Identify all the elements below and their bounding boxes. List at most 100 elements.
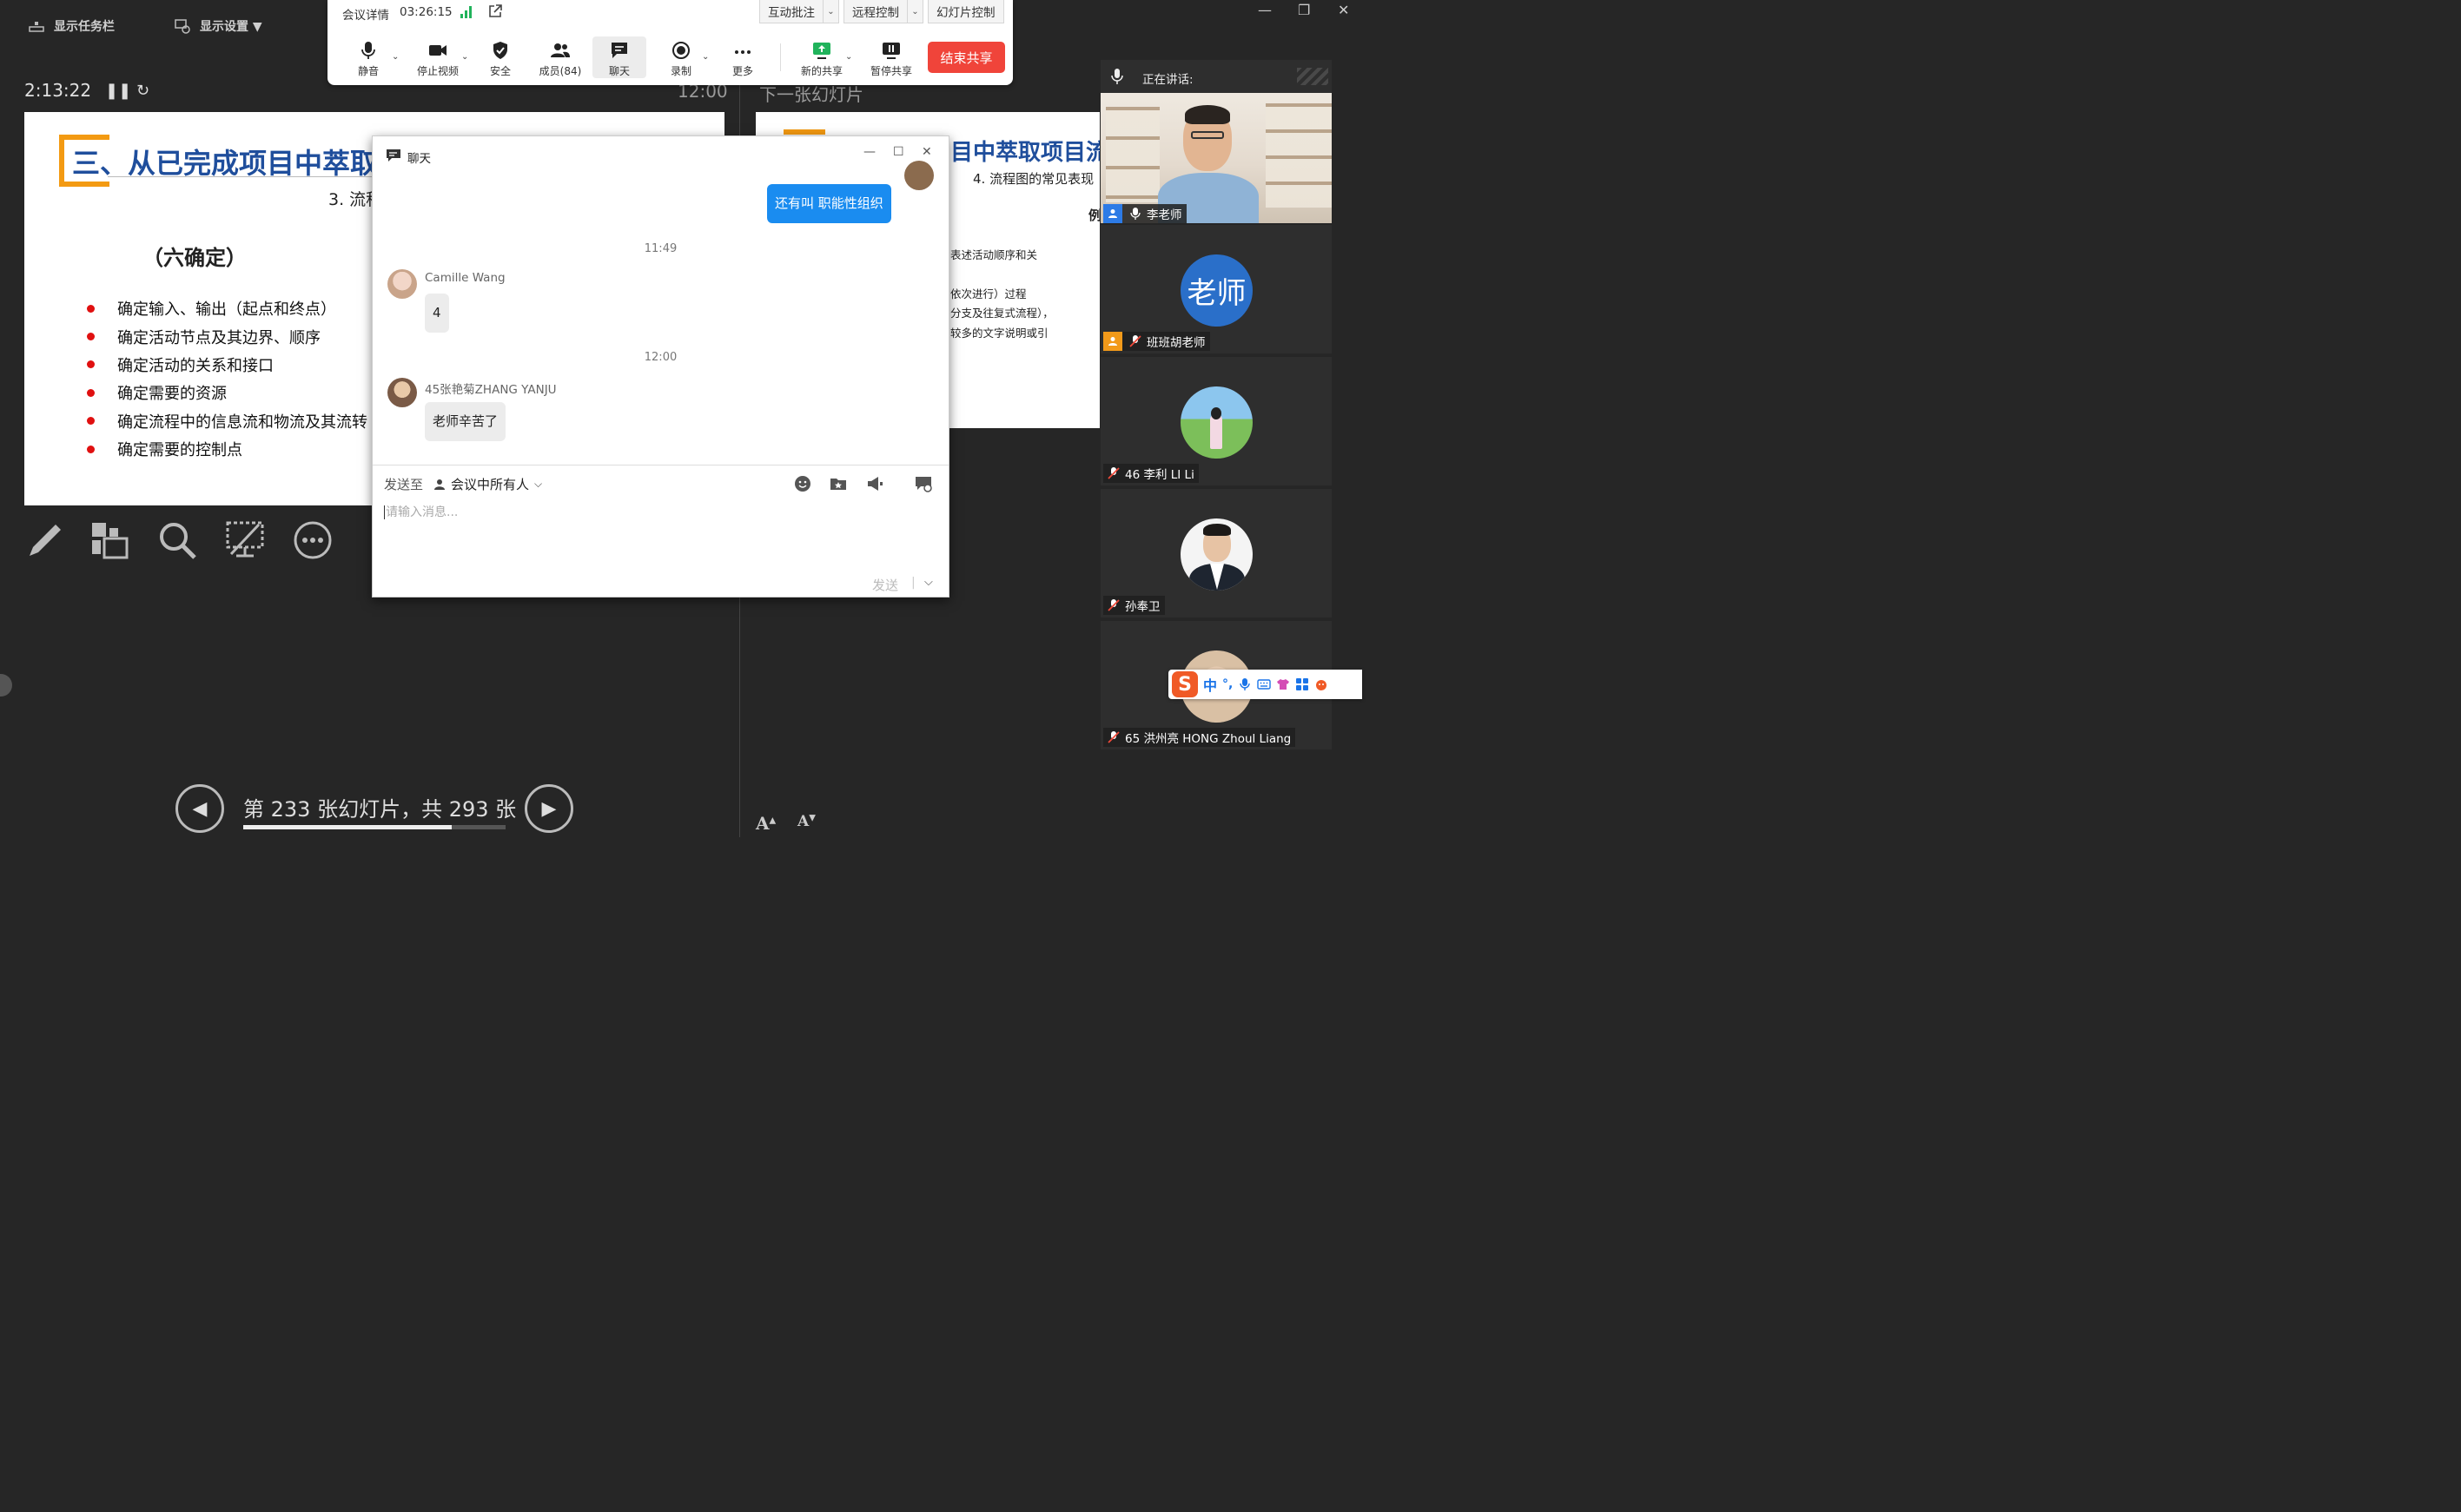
chat-message-input[interactable] — [384, 505, 940, 519]
open-external-icon[interactable] — [487, 3, 503, 19]
chat-close-icon[interactable]: ✕ — [922, 145, 932, 159]
ime-mode-toggle[interactable]: 中 — [1203, 674, 1217, 695]
chevron-down-icon[interactable]: ⌄ — [907, 0, 923, 23]
slide-control-button[interactable]: 幻灯片控制 — [928, 0, 1004, 23]
pause-share-icon — [883, 43, 900, 59]
pause-icon[interactable]: ❚❚ — [105, 82, 131, 100]
annotate-dropdown[interactable]: 互动批注 ⌄ — [759, 0, 839, 23]
incoming-message: 4 — [425, 294, 449, 333]
speaking-header: 正在讲话: — [1101, 60, 1332, 93]
video-camera-icon — [429, 45, 447, 56]
new-share-button[interactable]: 新的共享 — [795, 36, 849, 78]
next-slide-button[interactable]: ▶ — [525, 784, 573, 833]
avatar[interactable] — [387, 378, 417, 407]
avatar[interactable] — [387, 269, 417, 299]
toolbox-grid-icon[interactable] — [1295, 677, 1309, 691]
more-button[interactable]: 更多 — [716, 36, 770, 78]
title-bracket-decoration — [784, 129, 825, 135]
microphone-muted-icon — [1108, 731, 1120, 743]
chat-window-title: 聊天 — [407, 152, 431, 166]
display-settings-icon — [175, 19, 190, 34]
mascot-icon[interactable] — [1314, 677, 1328, 691]
chat-button[interactable]: 聊天 — [592, 36, 646, 78]
chevron-down-icon[interactable]: ⌄ — [823, 0, 838, 23]
keyboard-icon[interactable] — [1257, 677, 1272, 691]
minimize-icon[interactable]: — — [1258, 2, 1272, 18]
microphone-icon — [361, 42, 375, 59]
message-sender: 45张艳菊ZHANG YANJU — [425, 383, 557, 397]
emoji-icon[interactable] — [793, 474, 812, 493]
record-button[interactable]: 录制 — [654, 36, 708, 78]
decrease-font-icon[interactable]: A▼ — [797, 813, 816, 830]
slide-heading: （六确定） — [142, 246, 247, 270]
slide-bullet: 确定活动节点及其边界、顺序 — [87, 322, 367, 350]
participant-name-tag: 班班胡老师 — [1103, 332, 1210, 351]
remote-control-dropdown[interactable]: 远程控制 ⌄ — [843, 0, 923, 23]
skin-shirt-icon[interactable] — [1276, 677, 1290, 691]
video-options-chevron-icon[interactable]: ⌄ — [461, 52, 468, 62]
bullet-dot-icon — [87, 304, 95, 313]
chat-bubble-icon — [387, 149, 400, 162]
zoom-icon[interactable] — [156, 519, 198, 561]
host-person-icon — [1103, 332, 1122, 351]
bullet-dot-icon — [87, 417, 95, 426]
restore-icon[interactable]: ❐ — [1298, 2, 1310, 18]
black-screen-icon[interactable] — [224, 519, 266, 561]
avatar: 老师 — [1181, 254, 1253, 327]
shield-icon — [493, 42, 507, 59]
send-button[interactable]: 发送 — [872, 576, 898, 594]
pause-share-button[interactable]: 暂停共享 — [864, 36, 918, 78]
meeting-duration: 03:26:15 — [400, 5, 453, 19]
reset-timer-icon[interactable]: ↻ — [136, 82, 149, 100]
microphone-icon — [1130, 208, 1141, 220]
mute-button[interactable]: 静音 — [341, 36, 395, 78]
end-share-button[interactable]: 结束共享 — [928, 42, 1005, 73]
chat-bubble-icon — [612, 43, 627, 58]
show-taskbar-button[interactable]: 显示任务栏 — [28, 17, 115, 35]
voice-input-icon[interactable] — [1238, 677, 1252, 691]
bullet-dot-icon — [87, 360, 95, 369]
more-options-icon[interactable] — [292, 519, 334, 561]
chat-settings-icon[interactable] — [914, 474, 933, 493]
side-handle[interactable] — [0, 674, 12, 697]
avatar — [904, 161, 934, 190]
record-options-chevron-icon[interactable]: ⌄ — [702, 52, 709, 62]
announcement-icon[interactable] — [865, 474, 884, 493]
participant-tile[interactable]: 46 李利 LI Li — [1101, 357, 1332, 485]
participant-tile[interactable]: 孙奉卫 — [1101, 489, 1332, 617]
file-folder-icon[interactable] — [829, 474, 848, 493]
participant-tile-video[interactable]: 李老师 — [1101, 93, 1332, 223]
participant-tile[interactable]: 老师 班班胡老师 — [1101, 225, 1332, 353]
increase-font-icon[interactable]: A▲ — [756, 813, 776, 834]
members-icon — [551, 43, 570, 57]
security-button[interactable]: 安全 — [473, 36, 527, 78]
sogou-logo-icon[interactable]: S — [1172, 671, 1198, 697]
slide-bullet-list: 确定输入、输出（起点和终点） 确定活动节点及其边界、顺序 确定活动的关系和接口 … — [87, 294, 367, 463]
send-options-chevron-icon[interactable]: ⌵ — [924, 576, 933, 589]
participant-name-tag: 65 洪州亮 HONG Zhoul Liang — [1103, 728, 1296, 747]
participant-name-tag: 46 李利 LI Li — [1103, 464, 1199, 483]
display-settings-label: 显示设置 ▼ — [200, 20, 262, 34]
share-options-chevron-icon[interactable]: ⌄ — [845, 52, 852, 62]
meeting-info-link[interactable]: 会议详情 — [342, 5, 389, 23]
mute-options-chevron-icon[interactable]: ⌄ — [392, 52, 399, 62]
send-target-dropdown[interactable]: 会议中所有人 ⌵ — [433, 475, 542, 493]
incoming-message: 老师辛苦了 — [425, 402, 506, 441]
display-settings-button[interactable]: 显示设置 ▼ — [174, 17, 262, 35]
network-signal-icon — [460, 6, 472, 18]
next-slide-example-label: 例 — [1088, 208, 1100, 223]
slide-bullet: 确定流程中的信息流和物流及其流转 — [87, 407, 367, 435]
see-all-slides-icon[interactable] — [89, 519, 130, 561]
pen-tool-icon[interactable] — [24, 519, 66, 561]
punctuation-icon[interactable]: °, — [1222, 677, 1233, 691]
previous-slide-button[interactable]: ◀ — [175, 784, 224, 833]
ime-toolbar[interactable]: S 中 °, — [1168, 670, 1362, 699]
members-button[interactable]: 成员(84) — [533, 36, 588, 78]
more-dots-icon — [735, 50, 751, 54]
stop-video-button[interactable]: 停止视频 — [411, 36, 465, 78]
chat-maximize-icon[interactable]: ☐ — [893, 145, 904, 159]
chat-timestamp: 12:00 — [644, 351, 678, 364]
speaking-label: 正在讲话: — [1142, 73, 1194, 87]
close-icon[interactable]: ✕ — [1338, 2, 1349, 18]
chat-minimize-icon[interactable]: — — [863, 145, 876, 159]
